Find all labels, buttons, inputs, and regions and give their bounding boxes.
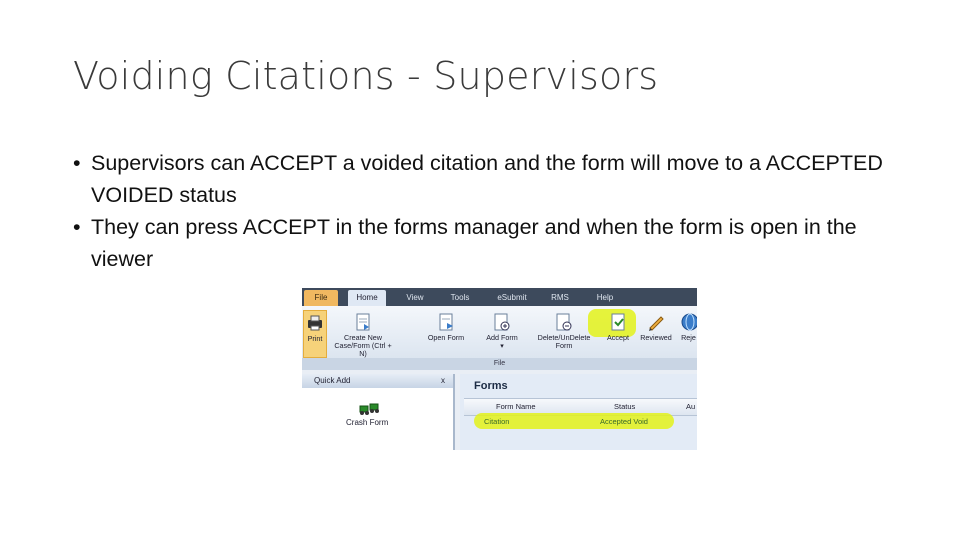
tab-view[interactable]: View (396, 290, 434, 306)
column-form-name[interactable]: Form Name (496, 402, 536, 411)
tab-esubmit[interactable]: eSubmit (490, 290, 534, 306)
bullet-text: Supervisors can ACCEPT a voided citation… (91, 151, 883, 207)
tab-help[interactable]: Help (588, 290, 622, 306)
crash-form-icon (359, 403, 379, 415)
print-button[interactable]: Print (303, 310, 327, 358)
crash-form-item[interactable]: Crash Form (346, 418, 388, 427)
delete-undelete-label: Delete/UnDelete Form (537, 333, 591, 350)
open-form-icon (439, 313, 453, 331)
tab-rms[interactable]: RMS (542, 290, 578, 306)
reject-button[interactable]: Reje (680, 310, 697, 356)
printer-icon (308, 315, 322, 331)
bullet-item: • They can press ACCEPT in the forms man… (73, 211, 903, 275)
bullet-dot: • (73, 151, 81, 175)
new-document-icon (356, 313, 370, 331)
forms-title: Forms (474, 380, 508, 392)
tab-home[interactable]: Home (348, 290, 386, 306)
cell-status: Accepted Void (600, 417, 648, 426)
table-row[interactable]: Citation Accepted Void (464, 415, 697, 429)
bullet-item: • Supervisors can ACCEPT a voided citati… (73, 147, 903, 211)
delete-undelete-button[interactable]: Delete/UnDelete Form (534, 310, 594, 356)
close-icon[interactable]: x (441, 374, 445, 388)
accept-label: Accept (607, 333, 629, 342)
open-form-button[interactable]: Open Form (424, 310, 468, 356)
accept-button[interactable]: Accept (602, 310, 634, 356)
chevron-down-icon: ▾ (500, 341, 504, 350)
print-label: Print (307, 334, 323, 343)
column-au[interactable]: Au (686, 402, 695, 411)
slide-title: Voiding Citations - Supervisors (73, 54, 659, 98)
tab-file[interactable]: File (304, 290, 338, 306)
quick-add-pane: Quick Add x Crash Form (302, 374, 455, 450)
cell-form-name: Citation (484, 417, 510, 426)
app-screenshot: File Home View Tools eSubmit RMS Help Pr… (302, 288, 697, 450)
column-status[interactable]: Status (614, 402, 635, 411)
delete-form-icon (556, 313, 572, 331)
add-form-button[interactable]: Add Form ▾ (482, 310, 522, 356)
create-new-case-button[interactable]: Create New Case/Form (Ctrl + N) (332, 310, 394, 358)
accept-icon (611, 313, 625, 331)
reject-label: Reje (681, 333, 696, 342)
bullet-dot: • (73, 215, 81, 239)
ribbon-group-label: File (302, 358, 697, 370)
pencil-icon (649, 316, 664, 331)
tab-tools[interactable]: Tools (440, 290, 480, 306)
forms-pane: Forms Form Name Status Au Citation Accep… (460, 374, 697, 450)
globe-icon (681, 313, 697, 331)
reviewed-button[interactable]: Reviewed (638, 310, 674, 356)
bullet-list: • Supervisors can ACCEPT a voided citati… (73, 147, 903, 275)
quick-add-header: Quick Add x (302, 374, 453, 388)
menu-bar: File Home View Tools eSubmit RMS Help (302, 288, 697, 306)
add-form-icon (494, 313, 510, 331)
ribbon: Print Create New Case/Form (Ctrl + N) Op… (302, 306, 697, 358)
reviewed-label: Reviewed (640, 333, 672, 342)
quick-add-title: Quick Add (314, 376, 351, 385)
open-form-label: Open Form (427, 333, 465, 342)
bullet-text: They can press ACCEPT in the forms manag… (91, 215, 857, 271)
create-new-case-label: Create New Case/Form (Ctrl + N) (334, 333, 392, 358)
